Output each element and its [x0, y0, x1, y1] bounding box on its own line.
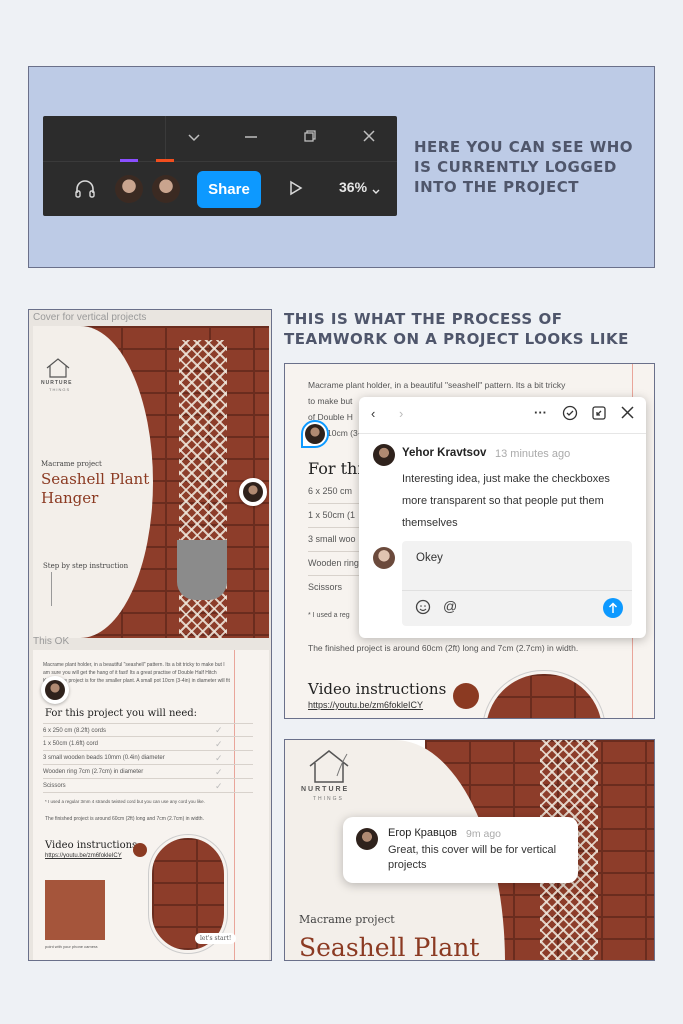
chevron-right-icon[interactable]: › — [399, 406, 403, 421]
emoji-icon[interactable] — [415, 599, 431, 620]
brand-name: NURTURE — [41, 380, 73, 386]
reply-divider — [402, 590, 632, 591]
need-heading: For this project you will need: — [45, 708, 198, 719]
avatar[interactable] — [152, 175, 180, 203]
play-button[interactable] — [453, 683, 479, 709]
comment-author: Егор Кравцов — [388, 827, 458, 839]
video-heading: Video instructions — [45, 840, 138, 851]
cover-title: Seashell Plant — [299, 933, 480, 961]
share-button[interactable]: Share — [197, 171, 261, 208]
chevron-left-icon[interactable]: ‹ — [371, 406, 375, 421]
close-icon[interactable] — [621, 406, 634, 424]
finished-text: The finished project is around 60cm (2ft… — [45, 816, 204, 822]
arrow-line — [51, 572, 52, 606]
close-icon[interactable] — [359, 128, 379, 148]
phone-caption: point with your phone camera — [45, 944, 98, 949]
plant-pot — [177, 540, 227, 600]
margin-line — [234, 650, 235, 960]
comment-time: 13 minutes ago — [495, 448, 571, 460]
more-icon[interactable]: ··· — [534, 405, 547, 420]
reply-input[interactable]: Okey — [416, 552, 443, 564]
comment-pin[interactable] — [41, 676, 69, 704]
minimize-icon[interactable] — [241, 128, 261, 148]
video-heading: Video instructions — [308, 680, 447, 698]
chevron-down-icon[interactable] — [371, 183, 381, 201]
zoom-level[interactable]: 36% — [339, 179, 367, 195]
intro-text: to make but — [308, 396, 353, 406]
resolve-check-icon[interactable] — [562, 405, 578, 426]
finished-text: The finished project is around 60cm (2ft… — [308, 643, 579, 653]
qr-code-placeholder — [45, 880, 105, 940]
comment-message: Interesting idea, just make the checkbox… — [402, 473, 610, 529]
headline-logged-in: HERE YOU CAN SEE WHO IS CURRENTLY LOGGED… — [414, 138, 634, 196]
comment-bubble[interactable]: Егор Кравцов 9m ago Great, this cover wi… — [343, 817, 578, 883]
lets-start-badge: let's start! — [195, 933, 237, 944]
expand-icon[interactable] — [591, 405, 607, 426]
cover-subtitle: Macrame project — [299, 913, 395, 926]
headphones-icon[interactable] — [74, 179, 96, 204]
toolbar-separator — [165, 116, 166, 161]
brand-name: NURTURE — [301, 786, 350, 793]
intro-text: Macrame plant holder, in a beautiful "se… — [308, 380, 566, 390]
comment-popup: ‹ › ··· Yehor Kravtsov 13 minutes ago In… — [359, 397, 646, 638]
house-logo-icon — [307, 746, 351, 789]
note-text: * I used a reg — [308, 612, 350, 619]
comment-pin[interactable] — [239, 478, 267, 506]
avatar[interactable] — [115, 175, 143, 203]
play-icon[interactable] — [289, 180, 303, 201]
restore-icon[interactable] — [300, 128, 320, 148]
brand-sub: THINGS — [313, 796, 344, 802]
video-link[interactable]: https://youtu.be/zm6fokleICY — [45, 853, 122, 859]
send-button[interactable] — [603, 598, 623, 618]
avatar — [356, 828, 378, 850]
checkmark-icon: ✓ ✓ ✓ ✓ ✓ — [215, 725, 223, 791]
figma-toolbar: Share 36% — [43, 116, 397, 216]
chevron-down-icon[interactable] — [184, 128, 204, 148]
comment-pin-active[interactable] — [301, 420, 329, 448]
mention-icon[interactable]: @ — [443, 598, 457, 614]
house-logo-icon — [45, 356, 71, 383]
play-button[interactable] — [133, 843, 147, 857]
video-link[interactable]: https://youtu.be/zm6fokleICY — [308, 700, 423, 710]
arch-photo — [483, 671, 605, 718]
frame-label: Cover for vertical projects — [33, 312, 147, 323]
popup-divider — [359, 433, 646, 434]
comment-author: Yehor Kravtsov — [402, 447, 487, 459]
need-heading: For thi — [308, 459, 363, 478]
cover-title: Seashell Plant Hanger — [41, 470, 150, 507]
intro-text: Macrame plant holder, in a beautiful "se… — [43, 662, 230, 692]
user-color-indicator — [120, 159, 138, 162]
avatar — [373, 444, 395, 466]
brand-sub: THINGS — [49, 387, 71, 392]
comment-message: Great, this cover will be for vertical p… — [388, 844, 557, 871]
left-project-frame: Cover for vertical projects NURTURE THIN… — [28, 309, 272, 961]
user-color-indicator — [156, 159, 174, 162]
toolbar-divider — [43, 161, 397, 162]
headline-teamwork: THIS IS WHAT THE PROCESS OF TEAMWORK ON … — [284, 310, 629, 348]
step-link[interactable]: Step by step instruction — [43, 562, 128, 570]
frame-label: This OK — [33, 636, 70, 647]
cover-subtitle: Macrame project — [41, 460, 102, 468]
comment-time: 9m ago — [466, 828, 502, 840]
arrow-up-icon — [608, 602, 618, 613]
note-text: * I used a regular 3mm 4 strands twisted… — [45, 799, 205, 804]
avatar — [373, 547, 395, 569]
